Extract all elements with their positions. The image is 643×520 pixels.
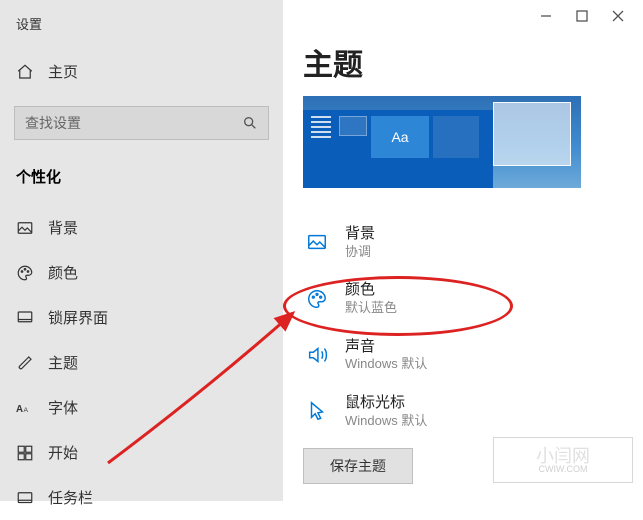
close-button[interactable] [611,9,625,23]
search-wrap [14,106,269,140]
minimize-button[interactable] [539,9,553,23]
setting-label: 颜色 [345,280,397,300]
preview-window [493,102,571,166]
search-icon [242,115,258,131]
theme-preview[interactable]: Aa [303,96,581,188]
watermark-sub: CWIW.COM [539,465,588,474]
maximize-button[interactable] [575,9,589,23]
svg-text:A: A [24,406,29,413]
search-button[interactable] [235,106,265,140]
svg-text:A: A [16,403,23,414]
watermark: 小闫网 CWIW.COM [493,437,633,483]
watermark-text: 小闫网 [536,447,590,465]
home-nav[interactable]: 主页 [0,51,283,92]
sidebar-item-background[interactable]: 背景 [0,205,283,250]
sidebar-item-fonts[interactable]: AA 字体 [0,385,283,430]
setting-sub: 协调 [345,244,375,261]
nav-label: 颜色 [48,262,78,283]
section-header: 个性化 [0,158,283,205]
setting-label: 鼠标光标 [345,393,427,413]
palette-icon [303,288,331,310]
home-icon [16,63,34,81]
nav-label: 任务栏 [48,487,93,508]
cursor-icon [303,400,331,422]
search-input[interactable] [14,106,269,140]
setting-sub: Windows 默认 [345,413,427,430]
setting-label: 背景 [345,224,375,244]
lockscreen-icon [16,309,34,327]
preview-tile-text: Aa [371,116,429,158]
setting-label: 声音 [345,337,427,357]
nav-label: 主题 [48,352,78,373]
preview-startmenu: Aa [303,110,493,188]
sidebar: 设置 主页 个性化 背景 颜色 锁屏界面 主题 AA 字体 开始 [0,0,283,501]
sidebar-item-colors[interactable]: 颜色 [0,250,283,295]
setting-sub: 默认蓝色 [345,300,397,317]
font-icon: AA [16,400,34,416]
sidebar-item-themes[interactable]: 主题 [0,340,283,385]
save-theme-button[interactable]: 保存主题 [303,448,413,484]
sidebar-item-start[interactable]: 开始 [0,430,283,475]
start-icon [16,444,34,462]
sidebar-item-taskbar[interactable]: 任务栏 [0,475,283,520]
setting-sound[interactable]: 声音 Windows 默认 [303,327,643,383]
setting-cursor[interactable]: 鼠标光标 Windows 默认 [303,383,643,439]
nav-label: 背景 [48,217,78,238]
setting-sub: Windows 默认 [345,356,427,373]
taskbar-icon [16,489,34,507]
picture-icon [16,219,34,237]
nav-label: 字体 [48,397,78,418]
main-area: 主题 Aa 背景 协调 颜色 默认蓝色 声音 Windows 默认 [283,0,643,501]
brush-icon [16,354,34,372]
palette-icon [16,264,34,282]
sidebar-item-lockscreen[interactable]: 锁屏界面 [0,295,283,340]
app-title: 设置 [0,6,283,51]
nav-label: 锁屏界面 [48,307,108,328]
nav-label: 开始 [48,442,78,463]
setting-background[interactable]: 背景 协调 [303,214,643,270]
page-title: 主题 [303,32,643,96]
setting-color[interactable]: 颜色 默认蓝色 [303,270,643,326]
picture-icon [303,231,331,253]
titlebar [303,0,643,32]
speaker-icon [303,344,331,366]
home-label: 主页 [48,61,78,82]
